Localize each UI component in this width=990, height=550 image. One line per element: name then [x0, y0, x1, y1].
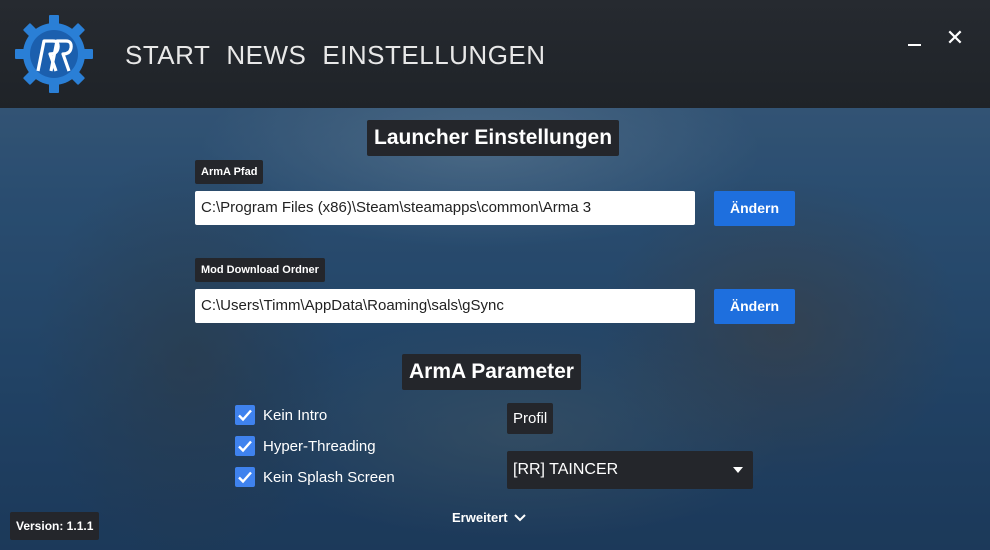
main-navigation: START NEWS EINSTELLUNGEN [125, 40, 546, 71]
logo-gear-icon [15, 15, 93, 93]
minimize-icon[interactable] [906, 26, 930, 50]
option-label: Kein Splash Screen [263, 468, 395, 486]
dropdown-arrow-icon [733, 467, 743, 473]
mod-folder-input[interactable]: C:\Users\Timm\AppData\Roaming\sals\gSync [195, 289, 695, 323]
nav-einstellungen[interactable]: EINSTELLUNGEN [322, 40, 545, 71]
checkbox-checked-icon[interactable] [235, 436, 255, 456]
launcher-settings-title: Launcher Einstellungen [367, 120, 620, 156]
option-label: Hyper-Threading [263, 437, 376, 455]
option-hyper-threading[interactable]: Hyper-Threading [235, 436, 376, 456]
header-bar: START NEWS EINSTELLUNGEN ✕ [0, 0, 990, 108]
option-label: Kein Intro [263, 406, 328, 424]
advanced-label: Erweitert [452, 510, 508, 525]
version-badge: Version: 1.1.1 [10, 512, 100, 540]
option-kein-splash-screen[interactable]: Kein Splash Screen [235, 467, 395, 487]
mod-folder-label: Mod Download Ordner [195, 258, 325, 282]
nav-news[interactable]: NEWS [226, 40, 306, 71]
arma-path-label: ArmA Pfad [195, 160, 264, 184]
chevron-down-icon [513, 513, 526, 521]
checkbox-checked-icon[interactable] [235, 467, 255, 487]
close-icon[interactable]: ✕ [945, 26, 965, 50]
profile-selected-value: [RR] TAINCER [513, 461, 619, 478]
arma-path-change-button[interactable]: Ändern [714, 191, 795, 226]
checkbox-checked-icon[interactable] [235, 405, 255, 425]
option-kein-intro[interactable]: Kein Intro [235, 405, 327, 425]
advanced-toggle[interactable]: Erweitert [452, 510, 526, 525]
nav-start[interactable]: START [125, 40, 210, 71]
profile-select[interactable]: [RR] TAINCER [507, 451, 753, 489]
mod-folder-change-button[interactable]: Ändern [714, 289, 795, 324]
arma-path-input[interactable]: C:\Program Files (x86)\Steam\steamapps\c… [195, 191, 695, 225]
profile-label: Profil [507, 403, 554, 434]
arma-parameter-title: ArmA Parameter [402, 354, 581, 390]
